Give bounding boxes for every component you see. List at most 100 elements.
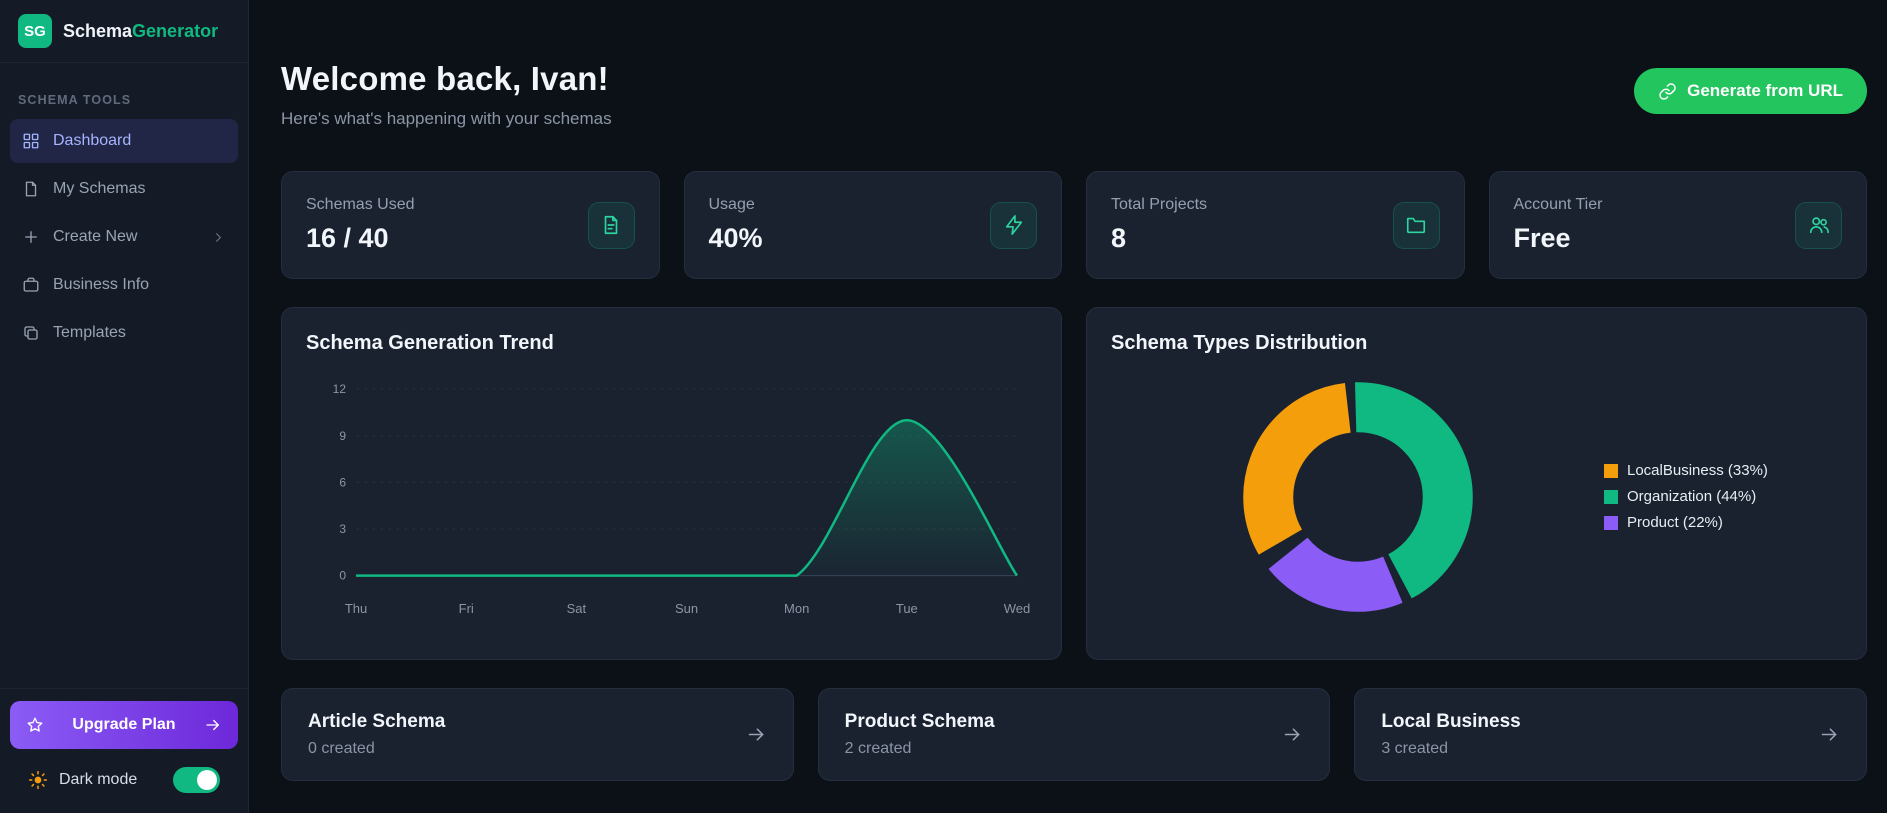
logo-badge: SG: [18, 14, 52, 48]
quick-card-local-business[interactable]: Local Business 3 created: [1354, 688, 1867, 781]
sidebar-item-label: Business Info: [53, 276, 150, 293]
bolt-icon: [990, 201, 1037, 249]
quick-cards-row: Article Schema 0 created Product Schema …: [281, 688, 1867, 781]
plus-icon: [25, 231, 37, 243]
folder-icon: [1392, 201, 1440, 249]
sidebar-item-label: Templates: [53, 324, 126, 341]
stats-row: Schemas Used 16 / 40 Usage 40% Total Pro…: [281, 171, 1867, 279]
stat-card-total-projects: Total Projects 8: [1086, 171, 1465, 279]
donut-legend: LocalBusiness (33%) Organization (44%) Pro…: [1604, 462, 1842, 531]
main-content: Welcome back, Ivan! Here's what's happen…: [249, 0, 1887, 813]
sidebar: SG SchemaGenerator SCHEMA TOOLS Dashboar…: [0, 0, 249, 813]
svg-text:Thu: Thu: [345, 601, 367, 616]
file-text-icon: [587, 201, 635, 249]
sidebar-section-label: SCHEMA TOOLS: [18, 93, 132, 107]
stat-value: Free: [1513, 223, 1571, 253]
stat-label: Schemas Used: [306, 196, 415, 213]
arrow-right-icon: [1819, 724, 1840, 745]
svg-text:9: 9: [339, 429, 346, 443]
donut-wrap: LocalBusiness (33%) Organization (44%) Pro…: [1111, 359, 1842, 634]
stat-card-account-tier: Account Tier Free: [1488, 171, 1867, 279]
quick-card-title: Article Schema: [308, 711, 446, 732]
distribution-chart-card: Schema Types Distribution LocalBusiness …: [1086, 307, 1867, 660]
svg-text:Mon: Mon: [784, 601, 809, 616]
upgrade-plan-button[interactable]: Upgrade Plan: [10, 701, 238, 749]
dark-mode-row: Dark mode: [10, 749, 238, 813]
sidebar-nav: Dashboard My Schemas Create New Business…: [0, 119, 248, 355]
legend-swatch: [1604, 489, 1618, 504]
generate-from-url-button[interactable]: Generate from URL: [1634, 68, 1867, 114]
stat-label: Account Tier: [1513, 196, 1603, 213]
sidebar-bottom: Upgrade Plan Dark mode: [0, 688, 248, 813]
quick-card-product-schema[interactable]: Product Schema 2 created: [817, 688, 1331, 781]
svg-text:Sat: Sat: [567, 601, 587, 616]
brand-accent: Generator: [132, 20, 219, 41]
stat-card-schemas-used: Schemas Used 16 / 40: [281, 171, 660, 279]
svg-text:Tue: Tue: [896, 601, 918, 616]
sidebar-item-dashboard[interactable]: Dashboard: [10, 119, 238, 163]
quick-card-subtitle: 2 created: [844, 740, 912, 757]
legend-label: Product (22%): [1627, 514, 1723, 531]
donut-area: [1111, 372, 1604, 622]
legend-item: Product (22%): [1604, 514, 1842, 531]
generate-from-url-label: Generate from URL: [1687, 81, 1843, 100]
quick-card-subtitle: 0 created: [308, 740, 375, 757]
page-subtitle: Here's what's happening with your schema…: [281, 109, 612, 128]
arrow-right-icon: [206, 719, 219, 731]
charts-row: Schema Generation Trend 0 3 6 9 12 Thu Fri Sat S…: [281, 307, 1867, 660]
donut-chart: [1242, 381, 1473, 612]
svg-text:12: 12: [333, 382, 347, 396]
trend-chart-card: Schema Generation Trend 0 3 6 9 12 Thu Fri Sat S…: [281, 307, 1062, 660]
svg-text:Wed: Wed: [1004, 601, 1031, 616]
link-icon: [1659, 82, 1676, 100]
legend-label: LocalBusiness (33%): [1627, 462, 1768, 479]
toggle-knob: [197, 770, 217, 790]
sidebar-item-label: Create New: [53, 228, 138, 245]
dark-mode-toggle[interactable]: [173, 767, 220, 793]
page-title: Welcome back, Ivan!: [281, 60, 609, 97]
quick-card-article-schema[interactable]: Article Schema 0 created: [281, 688, 794, 781]
dark-mode-label: Dark mode: [59, 771, 138, 788]
users-icon: [1795, 201, 1842, 249]
stat-label: Total Projects: [1111, 196, 1208, 213]
quick-card-title: Local Business: [1381, 711, 1521, 732]
file-icon: [25, 181, 37, 197]
app-logo: SG SchemaGenerator: [0, 0, 248, 63]
chevron-right-icon: [211, 230, 226, 245]
template-icon: [24, 326, 38, 340]
legend-swatch: [1604, 463, 1618, 478]
sidebar-item-label: My Schemas: [53, 180, 146, 197]
quick-card-subtitle: 3 created: [1381, 740, 1449, 757]
svg-text:Sun: Sun: [675, 601, 698, 616]
brand-primary: Schema: [63, 20, 133, 41]
stat-card-usage: Usage 40%: [683, 171, 1062, 279]
sidebar-item-my-schemas[interactable]: My Schemas: [10, 167, 238, 211]
upgrade-plan-label: Upgrade Plan: [72, 716, 176, 733]
stat-value: 16 / 40: [306, 223, 389, 253]
distribution-chart-title: Schema Types Distribution: [1111, 332, 1368, 354]
grid-icon: [23, 133, 39, 149]
sidebar-item-label: Dashboard: [53, 132, 132, 149]
svg-text:0: 0: [339, 569, 346, 583]
trend-line-chart: 0 3 6 9 12 Thu Fri Sat Sun Mon Tue Wed: [333, 382, 1031, 616]
legend-label: Organization (44%): [1627, 488, 1757, 505]
star-icon: [27, 717, 43, 732]
briefcase-icon: [23, 277, 39, 292]
legend-item: LocalBusiness (33%): [1604, 462, 1842, 479]
arrow-right-icon: [1282, 724, 1303, 745]
sidebar-item-create-new[interactable]: Create New: [10, 215, 238, 259]
sidebar-item-templates[interactable]: Templates: [10, 311, 238, 355]
svg-text:6: 6: [339, 475, 346, 489]
svg-text:Fri: Fri: [459, 601, 474, 616]
sun-icon: [28, 770, 48, 790]
quick-card-title: Product Schema: [844, 711, 995, 732]
legend-item: Organization (44%): [1604, 488, 1842, 505]
trend-chart-title: Schema Generation Trend: [306, 332, 554, 354]
arrow-right-icon: [746, 724, 767, 745]
svg-text:3: 3: [339, 522, 346, 536]
stat-value: 8: [1111, 223, 1127, 253]
sidebar-item-business-info[interactable]: Business Info: [10, 263, 238, 307]
app-title: SchemaGenerator: [63, 21, 218, 42]
page-header: Welcome back, Ivan! Here's what's happen…: [281, 60, 1867, 129]
stat-value: 40%: [708, 223, 763, 253]
